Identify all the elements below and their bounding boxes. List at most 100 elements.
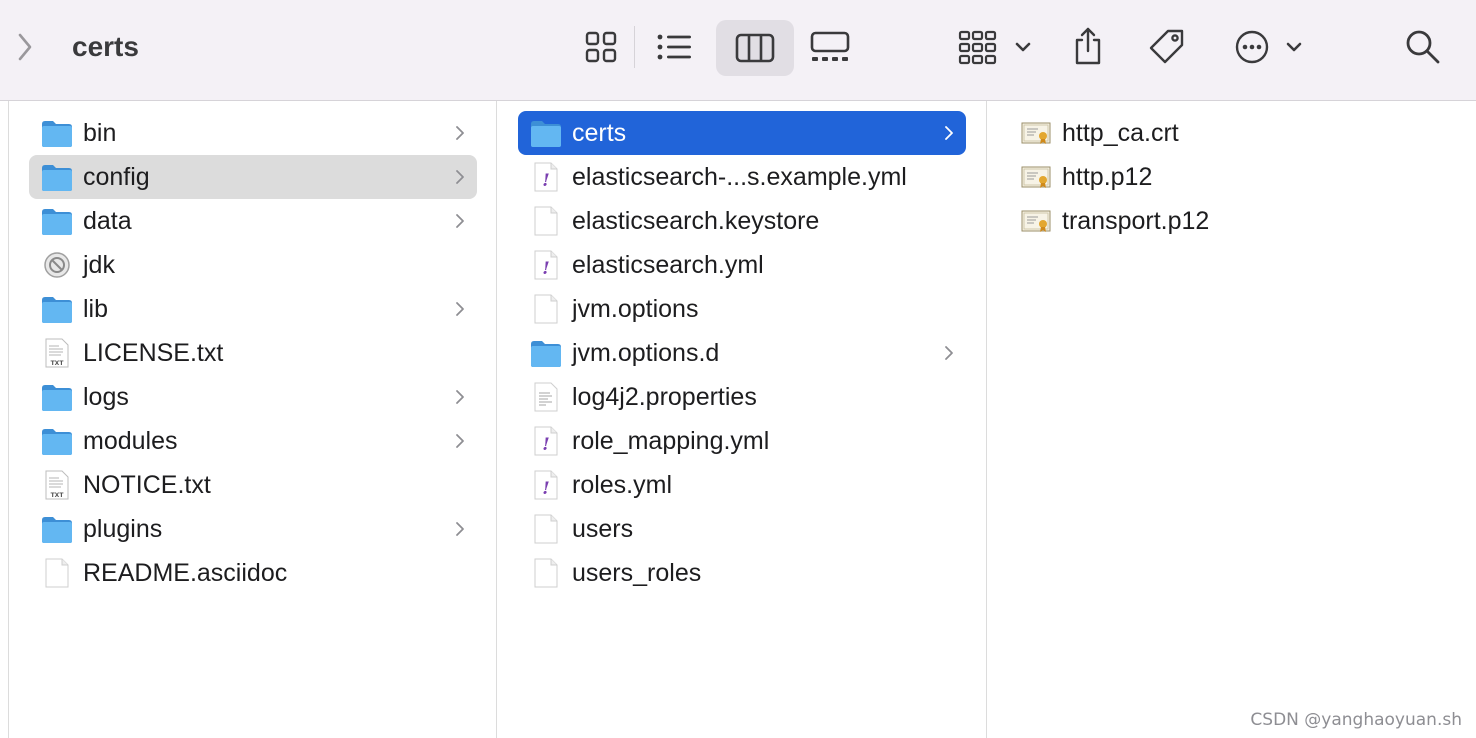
toolbar-separator xyxy=(634,26,635,68)
document-icon: ! xyxy=(530,162,562,192)
file-name: LICENSE.txt xyxy=(83,339,224,367)
file-row-modules[interactable]: modules xyxy=(29,419,477,463)
folder-icon xyxy=(530,118,562,148)
document-icon xyxy=(530,514,562,544)
toolbar: certs xyxy=(0,0,1476,101)
svg-text:!: ! xyxy=(542,259,549,279)
file-row-http-ca-crt[interactable]: http_ca.crt xyxy=(1008,111,1448,155)
watermark: CSDN @yanghaoyuan.sh xyxy=(1250,710,1462,730)
document-icon xyxy=(41,558,73,588)
svg-text:TXT: TXT xyxy=(51,360,65,367)
file-row-plugins[interactable]: plugins xyxy=(29,507,477,551)
tag-icon[interactable] xyxy=(1144,24,1190,70)
chevron-right-icon xyxy=(455,169,465,185)
file-row-logs[interactable]: logs xyxy=(29,375,477,419)
certificate-icon xyxy=(1020,206,1052,236)
file-row-jvm-options-d[interactable]: jvm.options.d xyxy=(518,331,966,375)
window-title: certs xyxy=(72,31,139,62)
file-row-elasticsearch-s-example-yml[interactable]: ! elasticsearch-...s.example.yml xyxy=(518,155,966,199)
more-icon[interactable] xyxy=(1232,24,1306,70)
file-row-users-roles[interactable]: users_roles xyxy=(518,551,966,595)
chevron-right-icon[interactable] xyxy=(10,30,40,64)
file-name: jvm.options.d xyxy=(572,339,720,367)
gallery-view-icon[interactable] xyxy=(806,24,854,70)
chevron-right-icon xyxy=(944,345,954,361)
svg-text:!: ! xyxy=(542,171,549,191)
file-row-bin[interactable]: bin xyxy=(29,111,477,155)
document-icon: ! xyxy=(530,426,562,456)
folder-icon xyxy=(41,382,73,412)
icon-view-icon[interactable] xyxy=(578,24,624,70)
document-icon: TXT xyxy=(41,470,73,500)
file-row-elasticsearch-keystore[interactable]: elasticsearch.keystore xyxy=(518,199,966,243)
search-icon[interactable] xyxy=(1400,24,1446,70)
column-1: bin config data jdk lib TXT LICENSE.txt logs mod… xyxy=(8,101,497,738)
folder-icon xyxy=(41,514,73,544)
file-name: logs xyxy=(83,383,129,411)
file-row-roles-yml[interactable]: ! roles.yml xyxy=(518,463,966,507)
svg-text:!: ! xyxy=(542,435,549,455)
document-icon xyxy=(530,206,562,236)
file-name: lib xyxy=(83,295,109,323)
chevron-right-icon xyxy=(455,125,465,141)
file-row-readme-asciidoc[interactable]: README.asciidoc xyxy=(29,551,477,595)
file-name: transport.p12 xyxy=(1062,207,1210,235)
file-name: roles.yml xyxy=(572,471,673,499)
file-row-transport-p12[interactable]: transport.p12 xyxy=(1008,199,1448,243)
file-name: NOTICE.txt xyxy=(83,471,211,499)
file-row-lib[interactable]: lib xyxy=(29,287,477,331)
file-row-jdk[interactable]: jdk xyxy=(29,243,477,287)
column-view-icon[interactable] xyxy=(716,20,794,76)
file-name: plugins xyxy=(83,515,163,543)
svg-text:TXT: TXT xyxy=(51,492,65,499)
file-row-license-txt[interactable]: TXT LICENSE.txt xyxy=(29,331,477,375)
file-row-jvm-options[interactable]: jvm.options xyxy=(518,287,966,331)
file-name: README.asciidoc xyxy=(83,559,288,587)
folder-icon xyxy=(41,162,73,192)
file-row-config[interactable]: config xyxy=(29,155,477,199)
chevron-right-icon xyxy=(455,521,465,537)
document-icon: TXT xyxy=(41,338,73,368)
file-row-certs[interactable]: certs xyxy=(518,111,966,155)
file-row-role-mapping-yml[interactable]: ! role_mapping.yml xyxy=(518,419,966,463)
group-icon[interactable] xyxy=(954,24,1034,70)
chevron-right-icon xyxy=(455,213,465,229)
file-name: role_mapping.yml xyxy=(572,427,770,455)
document-icon xyxy=(530,294,562,324)
file-name: users xyxy=(572,515,634,543)
folder-icon xyxy=(530,338,562,368)
file-row-elasticsearch-yml[interactable]: ! elasticsearch.yml xyxy=(518,243,966,287)
file-row-notice-txt[interactable]: TXT NOTICE.txt xyxy=(29,463,477,507)
file-name: config xyxy=(83,163,150,191)
file-name: modules xyxy=(83,427,178,455)
file-name: elasticsearch.keystore xyxy=(572,207,820,235)
folder-icon xyxy=(41,294,73,324)
share-icon[interactable] xyxy=(1066,22,1110,70)
document-icon xyxy=(530,382,562,412)
file-name: jvm.options xyxy=(572,295,699,323)
file-row-data[interactable]: data xyxy=(29,199,477,243)
document-icon: ! xyxy=(530,470,562,500)
list-view-icon[interactable] xyxy=(650,24,700,70)
column-2: certs! elasticsearch-...s.example.yml elas… xyxy=(497,101,987,738)
file-name: elasticsearch.yml xyxy=(572,251,764,279)
file-name: log4j2.properties xyxy=(572,383,757,411)
chevron-right-icon xyxy=(455,389,465,405)
file-name: http.p12 xyxy=(1062,163,1153,191)
chevron-right-icon xyxy=(455,433,465,449)
folder-icon xyxy=(41,426,73,456)
document-icon: ! xyxy=(530,250,562,280)
file-row-http-p12[interactable]: http.p12 xyxy=(1008,155,1448,199)
file-row-users[interactable]: users xyxy=(518,507,966,551)
certificate-icon xyxy=(1020,118,1052,148)
file-name: elasticsearch-...s.example.yml xyxy=(572,163,907,191)
certificate-icon xyxy=(1020,162,1052,192)
column-3: http_ca.crt http.p12 transport.p12 xyxy=(987,101,1476,738)
file-name: certs xyxy=(572,119,627,147)
document-icon xyxy=(41,250,73,280)
folder-icon xyxy=(41,118,73,148)
document-icon xyxy=(530,558,562,588)
file-name: jdk xyxy=(83,251,115,279)
file-name: http_ca.crt xyxy=(1062,119,1179,147)
file-row-log4j2-properties[interactable]: log4j2.properties xyxy=(518,375,966,419)
